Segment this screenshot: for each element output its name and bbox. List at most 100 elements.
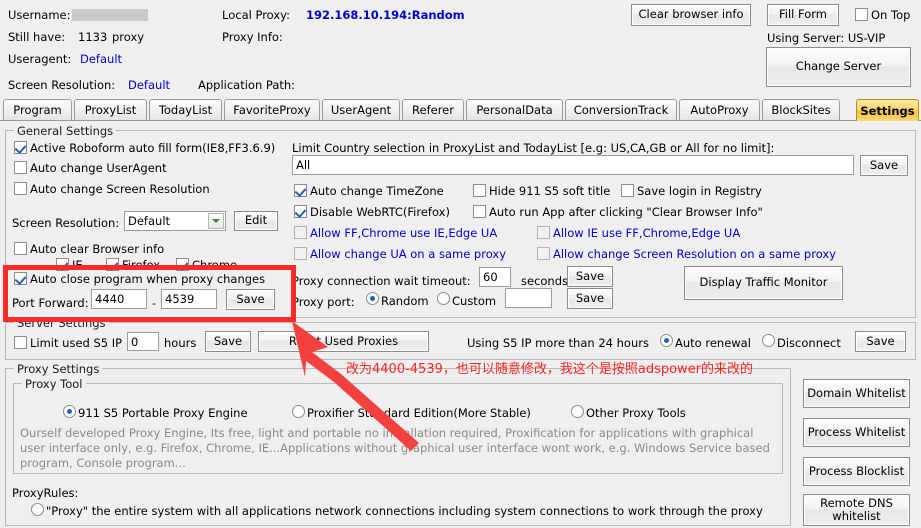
screen-resolution-combobox[interactable]: Default (124, 211, 226, 231)
header-panel: Username: Still have: 1133 proxy Userage… (0, 0, 921, 98)
auto-change-timezone-checkbox[interactable] (294, 184, 307, 197)
screen-resolution-edit-button[interactable]: Edit (234, 211, 278, 231)
proxy-port-custom-input[interactable] (505, 288, 552, 308)
hide-911-title-label: Hide 911 S5 soft title (489, 184, 611, 198)
browser-ie-label: IE (72, 258, 83, 272)
still-have-unit: proxy (112, 30, 145, 44)
tab-settings[interactable]: Settings (856, 99, 919, 121)
proxy-port-custom-radio[interactable] (437, 292, 450, 305)
server-settings-title: Server Settings (14, 316, 109, 330)
proxy-port-random-radio[interactable] (366, 292, 379, 305)
save-login-registry-checkbox[interactable] (621, 184, 634, 197)
allow-ff-chrome-ie-ua-checkbox[interactable] (294, 226, 307, 239)
proxy-rules-label: ProxyRules: (12, 486, 79, 500)
server-settings-save-button-2[interactable]: Save (855, 331, 906, 352)
chevron-down-icon[interactable] (208, 213, 224, 229)
disconnect-radio[interactable] (762, 334, 775, 347)
limit-used-s5-ip-checkbox[interactable] (14, 336, 27, 349)
auto-change-useragent-label: Auto change UserAgent (30, 161, 167, 175)
proxy-port-label: Proxy port: (292, 295, 355, 309)
disable-webrtc-label: Disable WebRTC(Firefox) (310, 205, 450, 219)
auto-clear-browser-info-checkbox[interactable] (14, 242, 27, 255)
auto-clear-browser-info-label: Auto clear Browser info (30, 242, 165, 256)
server-settings-save-button[interactable]: Save (205, 331, 251, 352)
proxy-port-random-label: Random (381, 294, 429, 308)
tab-referer[interactable]: Referer (402, 99, 464, 120)
browser-chrome-checkbox[interactable] (176, 258, 189, 271)
proxy-tool-other-radio[interactable] (571, 405, 584, 418)
auto-close-program-checkbox[interactable] (14, 272, 27, 285)
port-forward-to-input[interactable]: 4539 (161, 289, 217, 309)
hide-911-title-checkbox[interactable] (473, 184, 486, 197)
screen-resolution-value[interactable]: Default (128, 78, 170, 92)
local-proxy-label: Local Proxy: (222, 8, 291, 22)
process-blocklist-button[interactable]: Process Blocklist (803, 457, 910, 486)
general-settings-title: General Settings (14, 124, 117, 138)
tab-useragent[interactable]: UserAgent (322, 99, 400, 120)
browser-firefox-checkbox[interactable] (106, 258, 119, 271)
tab-proxylist[interactable]: ProxyList (74, 99, 147, 120)
reset-used-proxies-button[interactable]: Reset Used Proxies (258, 331, 429, 352)
tab-program[interactable]: Program (3, 99, 72, 120)
tab-blocksites[interactable]: BlockSites (762, 99, 840, 120)
allow-change-ua-same-proxy-label: Allow change UA on a same proxy (310, 247, 506, 261)
tab-personaldata[interactable]: PersonalData (466, 99, 563, 120)
auto-change-screen-resolution-checkbox[interactable] (14, 182, 27, 195)
proxy-port-save-button[interactable]: Save (567, 288, 613, 309)
tab-conversiontrack[interactable]: ConversionTrack (565, 99, 677, 120)
proxy-tool-911-label: 911 S5 Portable Proxy Engine (78, 406, 248, 420)
username-value-redacted (72, 9, 148, 21)
active-roboform-checkbox[interactable] (14, 141, 27, 154)
proxy-timeout-save-button[interactable]: Save (567, 266, 613, 287)
domain-whitelist-button[interactable]: Domain Whitelist (803, 379, 910, 408)
limit-hours-input[interactable]: 0 (127, 332, 159, 351)
on-top-label: On Top (871, 8, 911, 22)
fill-form-button[interactable]: Fill Form (767, 4, 839, 26)
active-roboform-label: Active Roboform auto fill form(IE8,FF3.6… (30, 141, 276, 155)
on-top-checkbox[interactable] (855, 8, 868, 21)
port-forward-save-button[interactable]: Save (226, 289, 275, 310)
proxy-tool-911-radio[interactable] (63, 405, 76, 418)
process-whitelist-button[interactable]: Process Whitelist (803, 418, 910, 447)
limit-country-save-button[interactable]: Save (860, 155, 908, 176)
proxy-tool-other-label: Other Proxy Tools (586, 406, 686, 420)
local-proxy-value: 192.168.10.194:Random (306, 8, 465, 22)
display-traffic-monitor-button[interactable]: Display Traffic Monitor (684, 266, 843, 300)
proxy-tool-title: Proxy Tool (22, 377, 86, 391)
proxy-tool-description: Ourself developed Proxy Engine, Its free… (20, 426, 770, 470)
disable-webrtc-checkbox[interactable] (294, 205, 307, 218)
remote-dns-whitelist-button[interactable]: Remote DNS whitelist (803, 494, 910, 526)
allow-ie-ff-chrome-ua-checkbox[interactable] (537, 226, 550, 239)
change-server-button[interactable]: Change Server (766, 47, 911, 87)
allow-change-res-same-proxy-checkbox[interactable] (537, 247, 550, 260)
clear-browser-info-button[interactable]: Clear browser info (631, 4, 751, 26)
tab-favoriteproxy[interactable]: FavoriteProxy (224, 99, 320, 120)
auto-run-app-label: Auto run App after clicking "Clear Brows… (489, 205, 763, 219)
limit-country-label: Limit Country selection in ProxyList and… (292, 141, 775, 155)
proxy-timeout-label: Proxy connection wait timeout: (292, 274, 471, 288)
auto-run-app-checkbox[interactable] (473, 205, 486, 218)
auto-change-timezone-label: Auto change TimeZone (310, 184, 444, 198)
browser-ie-checkbox[interactable] (56, 258, 69, 271)
proxy-tool-proxifier-radio[interactable] (292, 405, 305, 418)
port-forward-from-input[interactable]: 4440 (91, 289, 147, 309)
allow-change-ua-same-proxy-checkbox[interactable] (294, 247, 307, 260)
useragent-label: Useragent: (8, 52, 72, 66)
port-forward-dash: - (152, 296, 157, 310)
limit-used-s5-ip-label: Limit used S5 IP (30, 336, 123, 350)
limit-country-input[interactable]: All (292, 155, 854, 175)
proxy-rule-1-label: "Proxy" the entire system with all appli… (46, 504, 763, 518)
proxy-port-custom-label: Custom (452, 294, 497, 308)
tab-todaylist[interactable]: TodayList (149, 99, 222, 120)
proxy-rule-1-radio[interactable] (31, 503, 44, 516)
auto-renewal-radio[interactable] (660, 334, 673, 347)
useragent-value[interactable]: Default (80, 52, 122, 66)
proxy-tool-proxifier-label: Proxifier Standard Edition(More Stable) (307, 406, 531, 420)
proxy-timeout-input[interactable]: 60 (479, 267, 511, 287)
auto-change-useragent-checkbox[interactable] (14, 161, 27, 174)
browser-firefox-label: Firefox (122, 258, 161, 272)
tab-autoproxy[interactable]: AutoProxy (679, 99, 760, 120)
annotation-text: 改为4400-4539，也可以随意修改，我这个是按照adspower的来改的 (346, 362, 754, 377)
auto-renewal-label: Auto renewal (675, 336, 751, 350)
screen-resolution-label: Screen Resolution: (8, 78, 116, 92)
